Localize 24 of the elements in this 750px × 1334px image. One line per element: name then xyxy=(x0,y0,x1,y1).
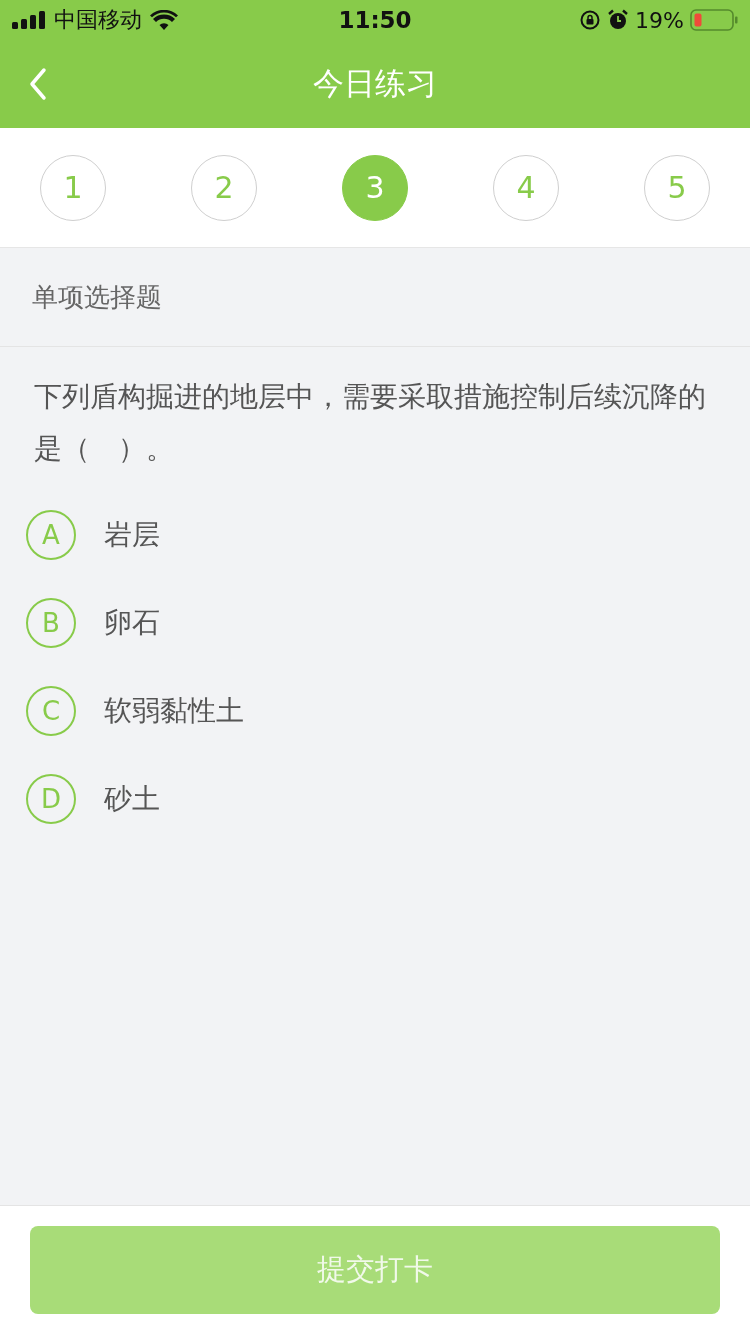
carrier-name: 中国移动 xyxy=(54,6,142,34)
question-number-tab[interactable]: 1 xyxy=(40,154,106,221)
option-radio[interactable]: A xyxy=(26,510,76,560)
status-time: 11:50 xyxy=(338,7,412,33)
option-radio[interactable]: D xyxy=(26,774,76,824)
option-radio[interactable]: B xyxy=(26,598,76,648)
battery-percent: 19% xyxy=(635,7,684,33)
option-text[interactable]: 软弱黏性土 xyxy=(104,692,244,730)
wifi-icon xyxy=(150,10,178,30)
option-text[interactable]: 卵石 xyxy=(104,604,160,642)
rotation-lock-icon xyxy=(579,9,602,31)
question-number-tab[interactable]: 4 xyxy=(493,154,559,221)
battery-icon xyxy=(690,9,738,31)
page-title: 今日练习 xyxy=(313,64,437,103)
option-radio[interactable]: C xyxy=(26,686,76,736)
option-text[interactable]: 岩层 xyxy=(104,516,160,554)
question-text: 下列盾构掘进的地层中，需要采取措施控制后续沉降的是（ ）。 xyxy=(34,379,707,467)
signal-icon xyxy=(12,11,46,29)
question-number-tab[interactable]: 2 xyxy=(191,154,257,221)
question-number-tab[interactable]: 3 xyxy=(342,154,408,221)
option-text[interactable]: 砂土 xyxy=(104,780,160,818)
question-type-label: 单项选择题 xyxy=(0,248,750,347)
question-number-tab[interactable]: 5 xyxy=(644,154,710,221)
alarm-icon xyxy=(607,9,630,31)
